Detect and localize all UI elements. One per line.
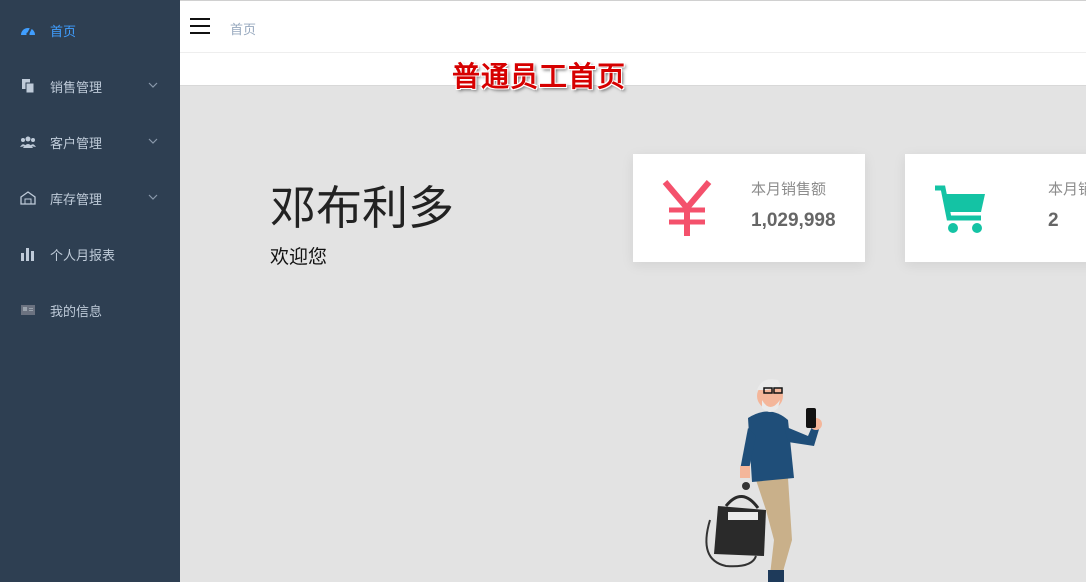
bar-chart-icon [20,247,36,261]
sales-card[interactable]: 本月销售额 1,029,998 [633,154,865,262]
documents-icon [20,79,36,93]
chevron-down-icon [148,82,158,88]
warehouse-icon [20,191,36,205]
sidebar: 首页 销售管理 客户管理 库存管理 个人月报表 我的信息 [0,0,180,582]
sidebar-item-my-info[interactable]: 我的信息 [0,282,180,338]
customers-icon [20,135,36,149]
dashboard-icon [20,23,36,37]
breadcrumb[interactable]: 首页 [230,19,256,38]
sidebar-item-label: 首页 [50,24,77,40]
page-title: 普通员工首页 [452,60,627,93]
sidebar-item-label: 销售管理 [50,80,103,96]
sidebar-item-label: 个人月报表 [50,248,116,264]
hamburger-menu-icon[interactable] [190,18,210,34]
top-navbar: 首页 [180,0,1086,52]
chevron-down-icon [148,138,158,144]
banner-strip: 普通员工首页 [180,52,1086,93]
sidebar-item-monthly-report[interactable]: 个人月报表 [0,226,180,282]
sidebar-item-sales[interactable]: 销售管理 [0,58,180,114]
welcome-text: 欢迎您 [270,246,328,268]
shopping-cart-icon [935,185,985,233]
sidebar-item-home[interactable]: 首页 [0,2,180,58]
card-value: 1,029,998 [751,210,836,231]
card-value: 2 [1048,210,1059,231]
id-card-icon [20,303,36,317]
card-label: 本月销 [1048,180,1086,198]
sidebar-item-label: 我的信息 [50,304,103,320]
chevron-down-icon [148,194,158,200]
sidebar-item-label: 库存管理 [50,192,103,208]
old-man-illustration [705,379,822,582]
sidebar-item-customers[interactable]: 客户管理 [0,114,180,170]
orders-card[interactable]: 本月销 2 [905,154,1086,262]
sidebar-item-label: 客户管理 [50,136,103,152]
sidebar-item-inventory[interactable]: 库存管理 [0,170,180,226]
yen-icon [662,180,712,236]
card-label: 本月销售额 [751,180,827,198]
user-name: 邓布利多 [270,181,454,235]
